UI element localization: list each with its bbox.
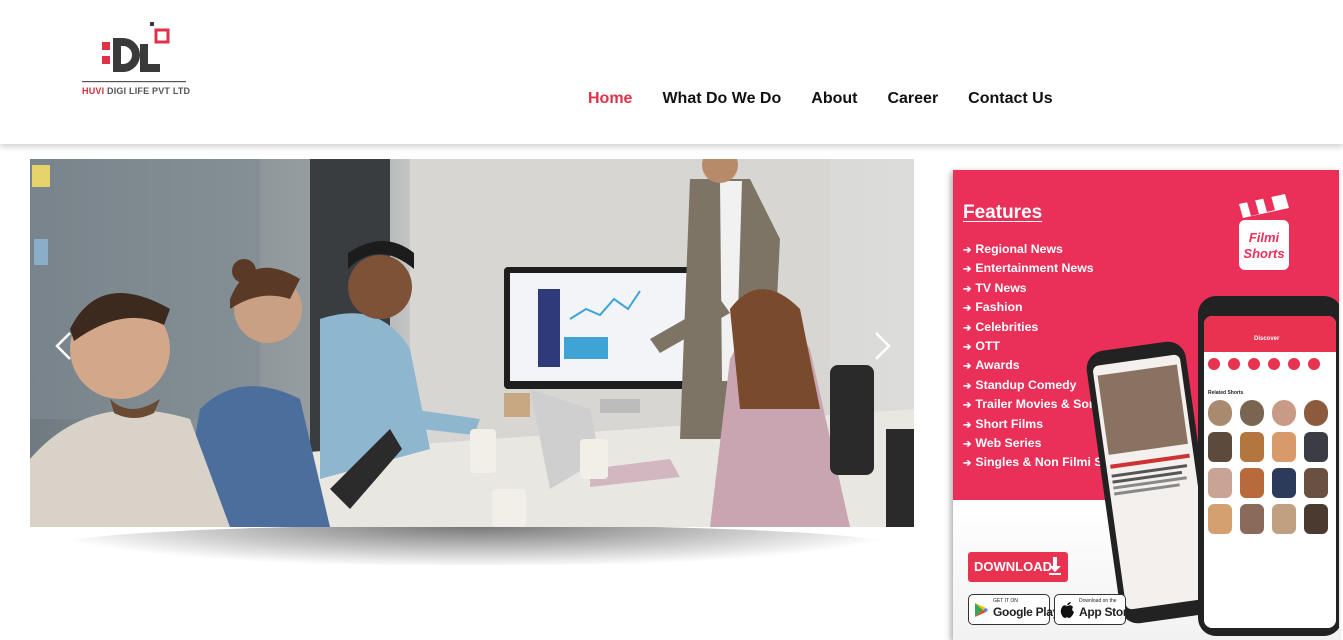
- google-play-small-text: GET IT ON: [993, 598, 1018, 604]
- slider-next-arrow-icon[interactable]: [870, 329, 894, 363]
- feature-item: Regional News: [963, 242, 1132, 261]
- download-button[interactable]: DOWNLOAD: [968, 552, 1068, 582]
- nav-what-do-we-do[interactable]: What Do We Do: [662, 90, 781, 108]
- phone-mockup-front: Discover Related Shorts: [1198, 296, 1339, 636]
- feature-item: Entertainment News: [963, 261, 1132, 280]
- google-play-badge[interactable]: GET IT ON Google Play: [968, 594, 1059, 625]
- download-label: DOWNLOAD: [974, 559, 1052, 574]
- site-header: HUVI DIGI LIFE PVT LTD Home What Do We D…: [0, 0, 1343, 144]
- feature-item: TV News: [963, 281, 1132, 300]
- google-play-icon: [975, 603, 988, 617]
- phone-screen-title: Discover: [1254, 336, 1280, 342]
- google-play-text: Google Play: [993, 605, 1060, 619]
- app-store-small-text: Download on the: [1079, 598, 1117, 604]
- hero-slider[interactable]: [30, 159, 914, 527]
- nav-about[interactable]: About: [811, 90, 857, 108]
- download-arrow-icon: [1049, 557, 1061, 575]
- slider-prev-arrow-icon[interactable]: [52, 329, 76, 363]
- app-name-line1: Filmi: [1249, 230, 1280, 245]
- filmi-shorts-promo-banner[interactable]: Features Regional News Entertainment New…: [953, 170, 1339, 640]
- phone-section-title: Related Shorts: [1208, 390, 1244, 396]
- app-name-line2: Shorts: [1243, 246, 1284, 261]
- app-store-text: App Store: [1079, 605, 1134, 619]
- apple-icon: [1060, 602, 1074, 618]
- slider-shadow: [60, 525, 890, 565]
- office-meeting-photo: [30, 159, 914, 527]
- nav-career[interactable]: Career: [887, 90, 938, 108]
- nav-home[interactable]: Home: [588, 90, 632, 108]
- feature-item: Fashion: [963, 300, 1132, 319]
- app-store-badge[interactable]: Download on the App Store: [1054, 594, 1134, 625]
- feature-item: Celebrities: [963, 320, 1132, 339]
- company-name: HUVI DIGI LIFE PVT LTD: [82, 86, 191, 96]
- main-nav: Home What Do We Do About Career Contact …: [588, 90, 1053, 108]
- features-title: Features: [963, 202, 1043, 223]
- filmi-shorts-logo: Filmi Shorts: [1239, 194, 1289, 270]
- nav-contact-us[interactable]: Contact Us: [968, 90, 1052, 108]
